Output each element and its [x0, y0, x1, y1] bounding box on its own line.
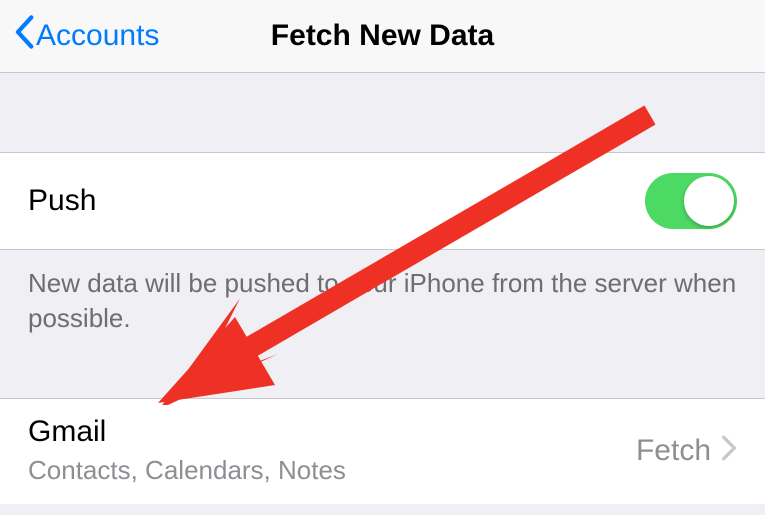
chevron-left-icon — [14, 15, 34, 57]
section-spacer — [0, 73, 765, 153]
push-toggle[interactable] — [645, 173, 737, 229]
account-mode-group: Fetch — [636, 434, 737, 468]
push-label: Push — [28, 184, 96, 218]
account-subtitle: Contacts, Calendars, Notes — [28, 455, 346, 486]
page-title: Fetch New Data — [271, 19, 494, 53]
chevron-right-icon — [721, 435, 737, 466]
account-info: Gmail Contacts, Calendars, Notes — [28, 415, 346, 486]
account-row-gmail[interactable]: Gmail Contacts, Calendars, Notes Fetch — [0, 399, 765, 504]
section-spacer — [0, 354, 765, 399]
toggle-knob — [684, 176, 734, 226]
back-button-label: Accounts — [36, 19, 159, 53]
nav-bar: Accounts Fetch New Data — [0, 0, 765, 73]
account-name: Gmail — [28, 415, 346, 449]
push-description: New data will be pushed to your iPhone f… — [0, 250, 765, 354]
back-button[interactable]: Accounts — [14, 15, 159, 57]
account-fetch-mode: Fetch — [636, 434, 711, 468]
push-row: Push — [0, 153, 765, 250]
